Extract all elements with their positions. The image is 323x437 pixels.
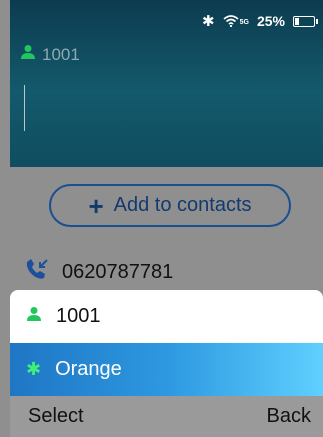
person-icon <box>20 44 36 65</box>
battery-percentage: 25% <box>256 13 285 29</box>
call-header: ✱ 5G 25% 1001 <box>10 0 323 167</box>
sheet-item-label: 1001 <box>56 305 101 327</box>
sheet-item-1001[interactable]: 1001 <box>10 290 323 343</box>
add-to-contacts-button[interactable]: + Add to contacts <box>49 184 291 227</box>
incoming-call-icon <box>24 258 50 287</box>
bluetooth-icon: ✱ <box>26 359 42 380</box>
caller-number: 1001 <box>42 44 80 64</box>
sheet-item-label: Orange <box>55 358 122 380</box>
plus-icon: + <box>88 190 104 221</box>
caller-row: 1001 <box>20 44 80 65</box>
status-bar: ✱ 5G 25% <box>202 10 318 32</box>
person-icon <box>26 305 42 328</box>
select-softkey[interactable]: Select <box>28 405 84 428</box>
bluetooth-icon: ✱ <box>202 12 215 30</box>
battery-icon <box>293 15 318 27</box>
selection-sheet: 1001 ✱ Orange <box>10 290 323 396</box>
softkey-bar: Select Back <box>10 396 323 437</box>
call-number: 0620787781 <box>62 261 174 283</box>
text-cursor <box>24 85 25 131</box>
network-type-label: 5G <box>239 19 249 26</box>
wifi-5g-icon: 5G <box>223 15 249 27</box>
call-entry: 0620787781 <box>24 258 173 287</box>
back-softkey[interactable]: Back <box>267 405 311 428</box>
sheet-item-orange[interactable]: ✱ Orange <box>10 343 323 396</box>
add-to-contacts-label: Add to contacts <box>113 194 252 216</box>
